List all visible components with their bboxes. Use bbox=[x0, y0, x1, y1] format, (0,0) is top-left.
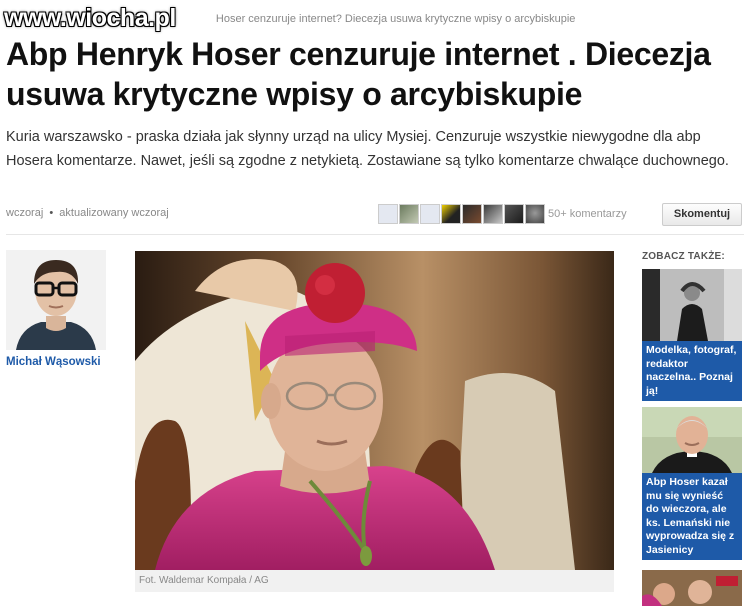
related-article-title[interactable]: Abp Hoser kazał mu się wynieść do wieczo… bbox=[642, 473, 742, 560]
related-article[interactable]: Abp Hoser kazał mu się wynieść do wieczo… bbox=[642, 407, 742, 560]
commenter-avatar[interactable] bbox=[399, 204, 419, 224]
article-lead: Kuria warszawsko - praska działa jak sły… bbox=[6, 129, 729, 169]
commenter-avatar[interactable] bbox=[483, 204, 503, 224]
article-meta: wczoraj • aktualizowany wczoraj bbox=[6, 207, 169, 219]
related-article-image[interactable] bbox=[642, 269, 742, 341]
related-article[interactable] bbox=[642, 570, 742, 606]
site-watermark: www.wiocha.pl bbox=[4, 4, 176, 32]
related-article[interactable]: Modelka, fotograf, redaktor naczelna.. P… bbox=[642, 269, 742, 401]
article-title: Abp Henryk Hoser cenzuruje internet . Di… bbox=[6, 36, 711, 112]
see-also-heading: ZOBACZ TAKŻE: bbox=[642, 251, 725, 262]
divider bbox=[6, 234, 744, 235]
commenter-avatar[interactable] bbox=[504, 204, 524, 224]
author-portrait bbox=[6, 250, 106, 350]
model-photo bbox=[642, 269, 742, 341]
published-date: wczoraj bbox=[6, 207, 44, 219]
commenter-avatar[interactable] bbox=[441, 204, 461, 224]
commenter-avatar[interactable] bbox=[462, 204, 482, 224]
photo-caption: Fot. Waldemar Kompała / AG bbox=[135, 570, 614, 592]
commenter-avatars bbox=[378, 204, 545, 224]
bishop-photo bbox=[135, 251, 614, 570]
meta-separator: • bbox=[49, 207, 54, 219]
comment-button[interactable]: Skomentuj bbox=[662, 203, 742, 226]
updated-date: aktualizowany wczoraj bbox=[59, 207, 169, 219]
related-article-image[interactable] bbox=[642, 570, 742, 606]
article-photo[interactable] bbox=[135, 251, 614, 570]
commenter-avatar[interactable] bbox=[378, 204, 398, 224]
priest-photo bbox=[642, 407, 742, 473]
related-article-image[interactable] bbox=[642, 407, 742, 473]
commenter-avatar[interactable] bbox=[525, 204, 545, 224]
author-avatar[interactable] bbox=[6, 250, 106, 350]
author-name[interactable]: Michał Wąsowski bbox=[6, 356, 101, 368]
related-article-title[interactable]: Modelka, fotograf, redaktor naczelna.. P… bbox=[642, 341, 742, 401]
breadcrumb-current: Hoser cenzuruje internet? Diecezja usuwa… bbox=[212, 13, 576, 25]
commenter-avatar[interactable] bbox=[420, 204, 440, 224]
clergy-group-photo bbox=[642, 570, 742, 606]
comment-count-link[interactable]: 50+ komentarzy bbox=[548, 208, 627, 220]
